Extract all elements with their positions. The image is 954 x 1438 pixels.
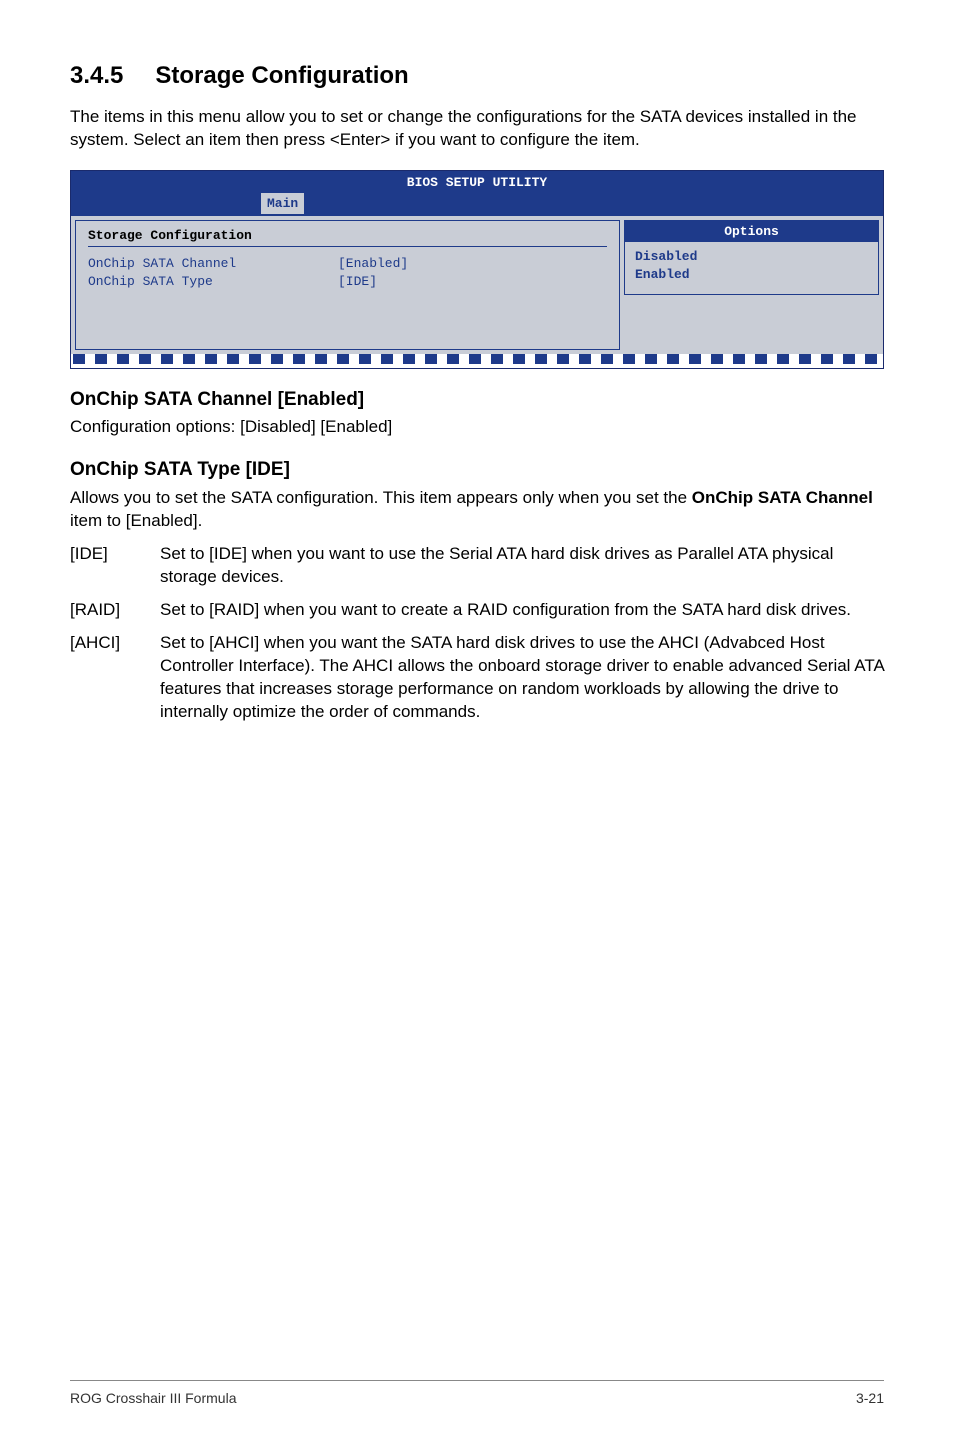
option-row-ahci: [AHCI] Set to [AHCI] when you want the S… bbox=[70, 632, 884, 724]
bios-row-sata-channel[interactable]: OnChip SATA Channel [Enabled] bbox=[88, 255, 607, 273]
bios-tab-row: Main bbox=[71, 194, 883, 214]
option-desc: Set to [AHCI] when you want the SATA har… bbox=[160, 632, 884, 724]
section-heading: 3.4.5 Storage Configuration bbox=[70, 60, 884, 92]
bios-title: BIOS SETUP UTILITY bbox=[71, 171, 883, 194]
sub2-pre: Allows you to set the SATA configuration… bbox=[70, 488, 692, 507]
bios-divider-dashes bbox=[73, 354, 881, 364]
sub2-post: item to [Enabled]. bbox=[70, 511, 202, 530]
bios-row-label: OnChip SATA Type bbox=[88, 273, 338, 291]
option-key: [AHCI] bbox=[70, 632, 160, 724]
sub2-body: Allows you to set the SATA configuration… bbox=[70, 487, 884, 533]
bios-row-sata-type[interactable]: OnChip SATA Type [IDE] bbox=[88, 273, 607, 291]
bios-row-label: OnChip SATA Channel bbox=[88, 255, 338, 273]
sub2-bold: OnChip SATA Channel bbox=[692, 488, 873, 507]
bios-option-enabled[interactable]: Enabled bbox=[635, 266, 868, 284]
sub1-body: Configuration options: [Disabled] [Enabl… bbox=[70, 416, 884, 439]
intro-paragraph: The items in this menu allow you to set … bbox=[70, 106, 884, 152]
page-footer: ROG Crosshair III Formula 3-21 bbox=[70, 1380, 884, 1408]
bios-options-header: Options bbox=[625, 221, 878, 243]
option-key: [RAID] bbox=[70, 599, 160, 622]
bios-option-disabled[interactable]: Disabled bbox=[635, 248, 868, 266]
footer-right: 3-21 bbox=[856, 1389, 884, 1408]
footer-left: ROG Crosshair III Formula bbox=[70, 1389, 236, 1408]
bios-left-panel: Storage Configuration OnChip SATA Channe… bbox=[75, 220, 620, 350]
bios-body: Storage Configuration OnChip SATA Channe… bbox=[71, 214, 883, 354]
bios-row-value: [Enabled] bbox=[338, 255, 408, 273]
bios-right-panel: Options Disabled Enabled bbox=[624, 220, 879, 350]
option-list: [IDE] Set to [IDE] when you want to use … bbox=[70, 543, 884, 724]
section-title-text: Storage Configuration bbox=[155, 62, 408, 89]
section-number: 3.4.5 bbox=[70, 60, 123, 92]
option-desc: Set to [IDE] when you want to use the Se… bbox=[160, 543, 884, 589]
bios-row-value: [IDE] bbox=[338, 273, 377, 291]
option-desc: Set to [RAID] when you want to create a … bbox=[160, 599, 884, 622]
bios-tab-main[interactable]: Main bbox=[261, 193, 304, 214]
subheading-onchip-sata-type: OnChip SATA Type [IDE] bbox=[70, 457, 884, 483]
option-row-raid: [RAID] Set to [RAID] when you want to cr… bbox=[70, 599, 884, 622]
bios-screenshot: BIOS SETUP UTILITY Main Storage Configur… bbox=[70, 170, 884, 369]
option-key: [IDE] bbox=[70, 543, 160, 589]
option-row-ide: [IDE] Set to [IDE] when you want to use … bbox=[70, 543, 884, 589]
bios-panel-heading: Storage Configuration bbox=[88, 227, 607, 248]
subheading-onchip-sata-channel: OnChip SATA Channel [Enabled] bbox=[70, 387, 884, 413]
